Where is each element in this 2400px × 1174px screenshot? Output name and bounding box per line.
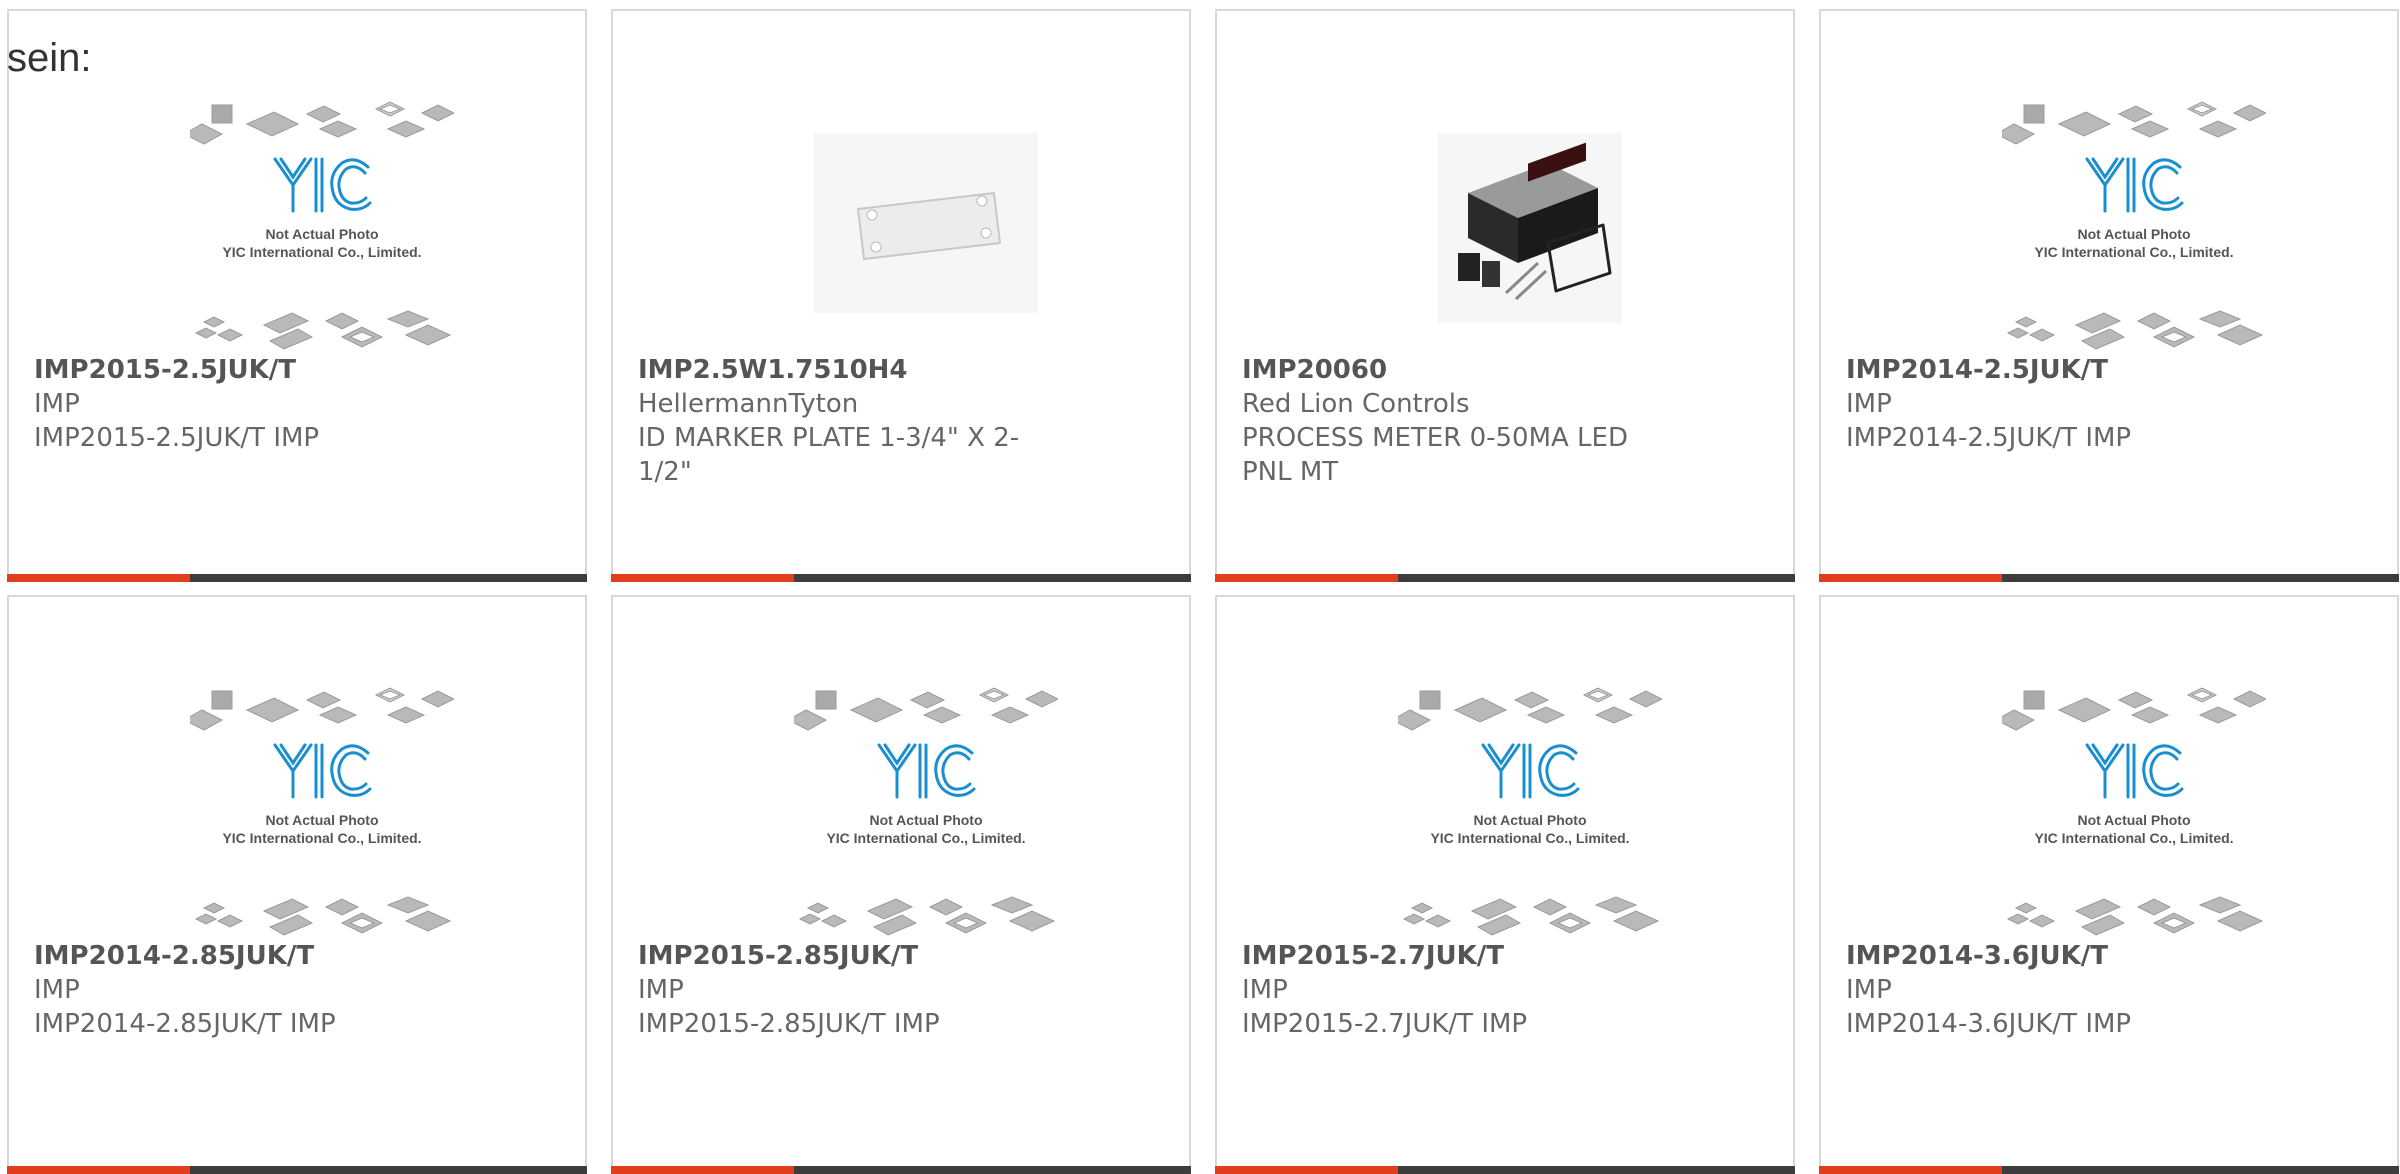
card-footer-bar bbox=[611, 574, 1191, 582]
card-footer-bar bbox=[7, 574, 587, 582]
svg-text:Not Actual Photo: Not Actual Photo bbox=[2077, 812, 2190, 828]
intro-text: sein: bbox=[7, 36, 92, 80]
card-footer-accent bbox=[611, 1166, 794, 1174]
part-number[interactable]: IMP2015-2.85JUK/T bbox=[638, 939, 1058, 973]
product-info: IMP2015-2.85JUK/T IMP IMP2015-2.85JUK/T … bbox=[638, 939, 1058, 1041]
part-number[interactable]: IMP2015-2.7JUK/T bbox=[1242, 939, 1662, 973]
card-footer-accent bbox=[1819, 574, 2002, 582]
description: IMP2015-2.5JUK/T IMP bbox=[34, 423, 320, 453]
description: IMP2014-2.85JUK/T IMP bbox=[34, 1009, 336, 1039]
part-number[interactable]: IMP2014-3.6JUK/T bbox=[1846, 939, 2266, 973]
card-footer-bar bbox=[7, 1166, 587, 1174]
placeholder-photo-icon: Not Actual Photo YIC International Co., L… bbox=[190, 101, 454, 350]
svg-text:YIC International Co., Limited: YIC International Co., Limited. bbox=[826, 830, 1025, 846]
product-image[interactable]: Not Actual Photo YIC International Co., L… bbox=[2002, 93, 2266, 357]
svg-text:Not Actual Photo: Not Actual Photo bbox=[2077, 226, 2190, 242]
placeholder-photo-icon: Not Actual Photo YIC International Co., L… bbox=[1398, 687, 1662, 936]
manufacturer: HellermannTyton bbox=[638, 389, 859, 419]
placeholder-photo-icon: Not Actual Photo YIC International Co., L… bbox=[2002, 687, 2266, 936]
manufacturer: Red Lion Controls bbox=[1242, 389, 1470, 419]
card-footer-accent bbox=[1215, 574, 1398, 582]
product-image[interactable]: Not Actual Photo YIC International Co., L… bbox=[794, 679, 1058, 943]
product-image[interactable]: Not Actual Photo YIC International Co., L… bbox=[2002, 679, 2266, 943]
svg-text:Not Actual Photo: Not Actual Photo bbox=[1473, 812, 1586, 828]
description: IMP2015-2.7JUK/T IMP bbox=[1242, 1009, 1528, 1039]
product-image[interactable]: Not Actual Photo YIC International Co., L… bbox=[1398, 679, 1662, 943]
product-card[interactable]: Not Actual Photo YIC International Co., L… bbox=[611, 595, 1191, 1174]
description: IMP2014-2.5JUK/T IMP bbox=[1846, 423, 2132, 453]
product-info: IMP2015-2.5JUK/T IMP IMP2015-2.5JUK/T IM… bbox=[34, 353, 454, 455]
product-card[interactable]: Not Actual Photo YIC International Co., L… bbox=[1819, 595, 2399, 1174]
card-footer-accent bbox=[611, 574, 794, 582]
description: IMP2015-2.85JUK/T IMP bbox=[638, 1009, 940, 1039]
product-info: IMP2015-2.7JUK/T IMP IMP2015-2.7JUK/T IM… bbox=[1242, 939, 1662, 1041]
manufacturer: IMP bbox=[1846, 389, 1892, 419]
product-image[interactable]: Not Actual Photo YIC International Co., L… bbox=[190, 93, 454, 357]
product-image[interactable] bbox=[794, 93, 1058, 357]
card-footer-bar bbox=[611, 1166, 1191, 1174]
svg-text:YIC International Co., Limited: YIC International Co., Limited. bbox=[222, 830, 421, 846]
product-card[interactable]: Not Actual Photo YIC International Co., L… bbox=[7, 595, 587, 1174]
card-footer-bar bbox=[1215, 1166, 1795, 1174]
product-info: IMP2014-2.85JUK/T IMP IMP2014-2.85JUK/T … bbox=[34, 939, 454, 1041]
product-grid: Not Actual Photo YIC International Co., L… bbox=[7, 9, 2400, 1174]
card-footer-bar bbox=[1819, 574, 2399, 582]
description: ID MARKER PLATE 1-3/4" X 2-1/2" bbox=[638, 423, 1020, 487]
product-info: IMP20060 Red Lion Controls PROCESS METER… bbox=[1242, 353, 1662, 489]
product-card[interactable]: Not Actual Photo YIC International Co., L… bbox=[1215, 595, 1795, 1174]
svg-text:Not Actual Photo: Not Actual Photo bbox=[265, 812, 378, 828]
card-footer-bar bbox=[1215, 574, 1795, 582]
product-info: IMP2014-2.5JUK/T IMP IMP2014-2.5JUK/T IM… bbox=[1846, 353, 2266, 455]
product-image[interactable] bbox=[1398, 93, 1662, 357]
placeholder-photo-icon: Not Actual Photo YIC International Co., L… bbox=[190, 687, 454, 936]
part-number[interactable]: IMP2014-2.85JUK/T bbox=[34, 939, 454, 973]
card-footer-accent bbox=[7, 1166, 190, 1174]
product-image[interactable]: Not Actual Photo YIC International Co., L… bbox=[190, 679, 454, 943]
svg-text:YIC International Co., Limited: YIC International Co., Limited. bbox=[2034, 244, 2233, 260]
marker-plate-icon bbox=[814, 133, 1038, 313]
description: PROCESS METER 0-50MA LED PNL MT bbox=[1242, 423, 1628, 487]
product-card[interactable]: IMP2.5W1.7510H4 HellermannTyton ID MARKE… bbox=[611, 9, 1191, 582]
part-number[interactable]: IMP2.5W1.7510H4 bbox=[638, 353, 1058, 387]
manufacturer: IMP bbox=[34, 389, 80, 419]
manufacturer: IMP bbox=[1846, 975, 1892, 1005]
manufacturer: IMP bbox=[638, 975, 684, 1005]
card-footer-accent bbox=[7, 574, 190, 582]
card-footer-accent bbox=[1215, 1166, 1398, 1174]
part-number[interactable]: IMP2014-2.5JUK/T bbox=[1846, 353, 2266, 387]
product-info: IMP2.5W1.7510H4 HellermannTyton ID MARKE… bbox=[638, 353, 1058, 489]
svg-text:YIC International Co., Limited: YIC International Co., Limited. bbox=[1430, 830, 1629, 846]
product-card[interactable]: Not Actual Photo YIC International Co., L… bbox=[7, 9, 587, 582]
svg-text:YIC International Co., Limited: YIC International Co., Limited. bbox=[222, 244, 421, 260]
product-info: IMP2014-3.6JUK/T IMP IMP2014-3.6JUK/T IM… bbox=[1846, 939, 2266, 1041]
card-footer-bar bbox=[1819, 1166, 2399, 1174]
svg-text:YIC International Co., Limited: YIC International Co., Limited. bbox=[2034, 830, 2233, 846]
svg-text:Not Actual Photo: Not Actual Photo bbox=[869, 812, 982, 828]
part-number[interactable]: IMP2015-2.5JUK/T bbox=[34, 353, 454, 387]
panel-meter-icon bbox=[1438, 133, 1622, 323]
placeholder-photo-icon: Not Actual Photo YIC International Co., L… bbox=[2002, 101, 2266, 350]
placeholder-photo-icon: Not Actual Photo YIC International Co., L… bbox=[794, 687, 1058, 936]
product-card[interactable]: IMP20060 Red Lion Controls PROCESS METER… bbox=[1215, 9, 1795, 582]
card-footer-accent bbox=[1819, 1166, 2002, 1174]
manufacturer: IMP bbox=[34, 975, 80, 1005]
part-number[interactable]: IMP20060 bbox=[1242, 353, 1662, 387]
description: IMP2014-3.6JUK/T IMP bbox=[1846, 1009, 2132, 1039]
product-card[interactable]: Not Actual Photo YIC International Co., L… bbox=[1819, 9, 2399, 582]
svg-text:Not Actual Photo: Not Actual Photo bbox=[265, 226, 378, 242]
manufacturer: IMP bbox=[1242, 975, 1288, 1005]
